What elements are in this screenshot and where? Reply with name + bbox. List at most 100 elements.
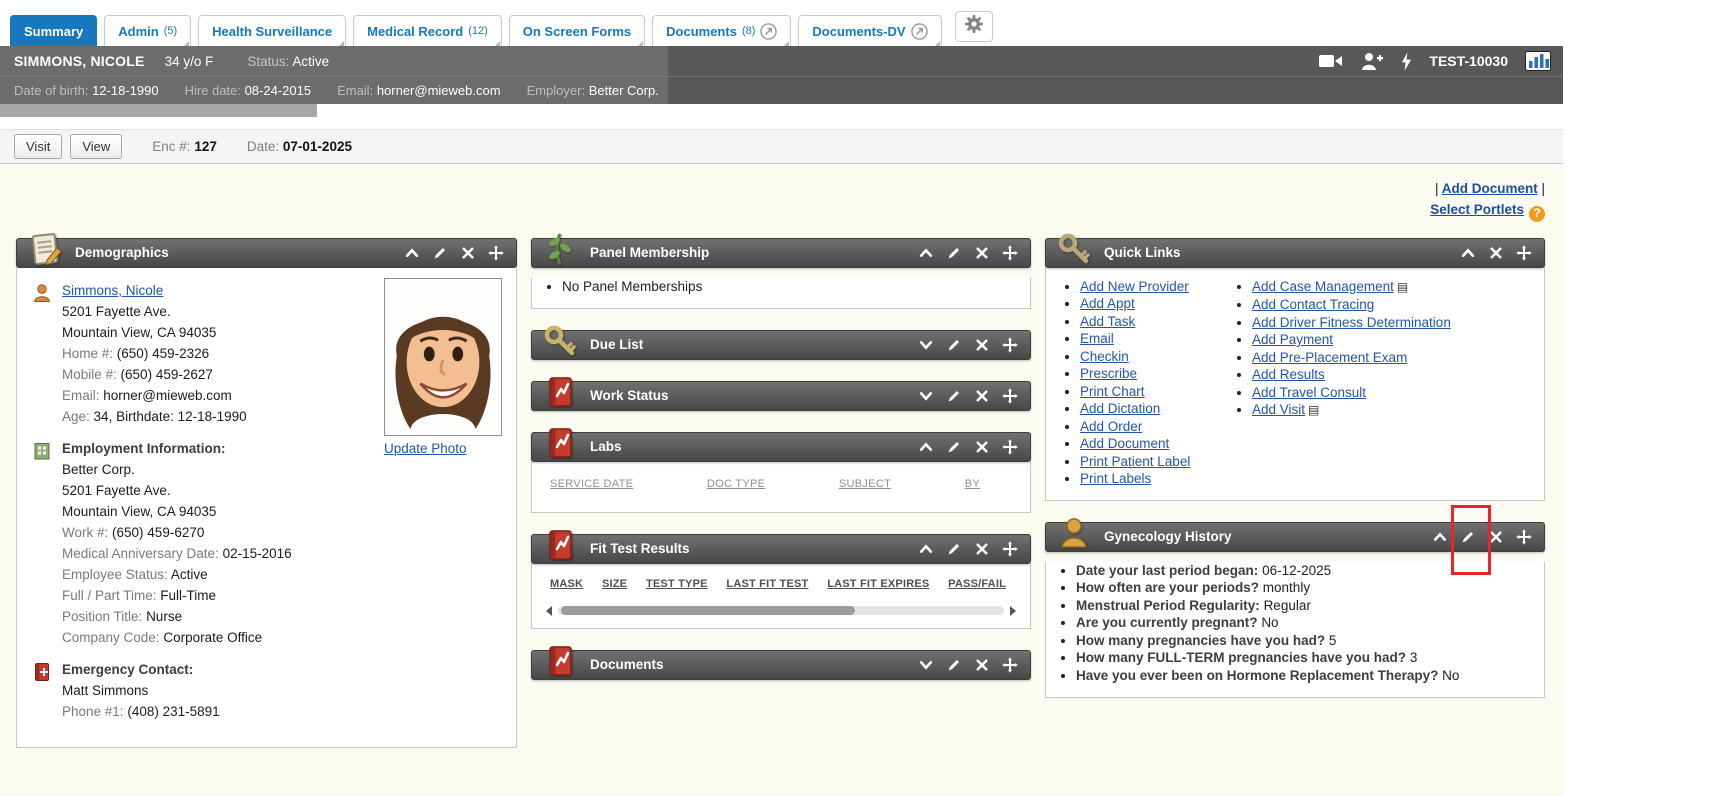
quick-link[interactable]: Prescribe bbox=[1080, 366, 1137, 381]
quick-link[interactable]: Add New Provider bbox=[1080, 279, 1189, 294]
quick-link[interactable]: Add Visit bbox=[1252, 402, 1305, 417]
move-portlet-icon[interactable] bbox=[1516, 245, 1532, 261]
add-document-link[interactable]: Add Document bbox=[1442, 181, 1538, 196]
collapse-portlet-icon[interactable] bbox=[1432, 529, 1448, 545]
portlet-header[interactable]: Fit Test Results bbox=[531, 534, 1031, 564]
quick-link[interactable]: Checkin bbox=[1080, 349, 1129, 364]
scrollbar-track[interactable] bbox=[558, 606, 1004, 615]
help-icon[interactable]: ? bbox=[1529, 206, 1545, 222]
close-portlet-icon[interactable] bbox=[974, 657, 990, 673]
fit-test-column-header[interactable]: SIZE bbox=[602, 578, 627, 590]
scrollbar-thumb[interactable] bbox=[561, 606, 855, 615]
portlet-header[interactable]: Labs bbox=[531, 432, 1031, 462]
collapse-portlet-icon[interactable] bbox=[918, 541, 934, 557]
move-portlet-icon[interactable] bbox=[1002, 541, 1018, 557]
quick-link[interactable]: Add Payment bbox=[1252, 332, 1333, 347]
fit-test-column-header[interactable]: LAST FIT TEST bbox=[726, 578, 808, 590]
edit-portlet-icon[interactable] bbox=[432, 245, 448, 261]
quick-link[interactable]: Add Driver Fitness Determination bbox=[1252, 315, 1451, 330]
scroll-right-arrow[interactable] bbox=[1010, 606, 1016, 616]
labs-column-header[interactable]: SUBJECT bbox=[839, 478, 891, 490]
collapse-portlet-icon[interactable] bbox=[1460, 245, 1476, 261]
tab-documents[interactable]: Documents(8) bbox=[652, 15, 791, 46]
portlet-header[interactable]: Demographics bbox=[16, 238, 517, 268]
quick-link[interactable]: Print Chart bbox=[1080, 384, 1145, 399]
edit-portlet-icon[interactable] bbox=[1460, 529, 1476, 545]
quick-link[interactable]: Add Case Management bbox=[1252, 279, 1394, 294]
collapse-portlet-icon[interactable] bbox=[404, 245, 420, 261]
quick-link[interactable]: Email bbox=[1080, 331, 1114, 346]
quick-link[interactable]: Add Contact Tracing bbox=[1252, 297, 1374, 312]
edit-portlet-icon[interactable] bbox=[946, 245, 962, 261]
tab-settings-gear[interactable] bbox=[955, 11, 993, 42]
view-button[interactable]: View bbox=[70, 134, 122, 159]
close-portlet-icon[interactable] bbox=[974, 388, 990, 404]
move-portlet-icon[interactable] bbox=[1002, 657, 1018, 673]
edit-portlet-icon[interactable] bbox=[946, 657, 962, 673]
visit-button[interactable]: Visit bbox=[14, 134, 62, 159]
move-portlet-icon[interactable] bbox=[1002, 245, 1018, 261]
patient-name-link[interactable]: Simmons, Nicole bbox=[62, 283, 163, 298]
labs-column-header[interactable]: DOC TYPE bbox=[707, 478, 765, 490]
close-portlet-icon[interactable] bbox=[1488, 245, 1504, 261]
collapse-portlet-icon[interactable] bbox=[918, 245, 934, 261]
tab-health-surveillance[interactable]: Health Surveillance bbox=[198, 15, 346, 46]
quick-link[interactable]: Add Dictation bbox=[1080, 401, 1160, 416]
quick-link[interactable]: Add Task bbox=[1080, 314, 1135, 329]
header-scrollbar[interactable] bbox=[0, 104, 317, 117]
tab-documents-dv[interactable]: Documents-DV bbox=[798, 15, 941, 46]
move-portlet-icon[interactable] bbox=[1002, 439, 1018, 455]
expand-portlet-icon[interactable] bbox=[918, 657, 934, 673]
move-portlet-icon[interactable] bbox=[488, 245, 504, 261]
popout-icon[interactable] bbox=[911, 23, 928, 40]
quick-link[interactable]: Add Pre-Placement Exam bbox=[1252, 350, 1407, 365]
portlet-header[interactable]: Quick Links bbox=[1045, 238, 1545, 268]
video-camera-icon[interactable] bbox=[1319, 53, 1343, 69]
quick-link[interactable]: Add Appt bbox=[1080, 296, 1135, 311]
fit-test-column-header[interactable]: PASS/FAIL bbox=[948, 578, 1006, 590]
close-portlet-icon[interactable] bbox=[974, 541, 990, 557]
expand-portlet-icon[interactable] bbox=[918, 337, 934, 353]
edit-portlet-icon[interactable] bbox=[946, 388, 962, 404]
portlet-header[interactable]: Gynecology History bbox=[1045, 522, 1545, 552]
edit-portlet-icon[interactable] bbox=[946, 439, 962, 455]
portlet-header[interactable]: Panel Membership bbox=[531, 238, 1031, 268]
popout-icon[interactable] bbox=[760, 23, 777, 40]
tab-admin[interactable]: Admin(5) bbox=[104, 15, 191, 46]
move-portlet-icon[interactable] bbox=[1516, 529, 1532, 545]
edit-portlet-icon[interactable] bbox=[946, 541, 962, 557]
quick-link[interactable]: Add Order bbox=[1080, 419, 1142, 434]
tab-on-screen-forms[interactable]: On Screen Forms bbox=[509, 15, 645, 46]
fit-test-column-header[interactable]: TEST TYPE bbox=[646, 578, 708, 590]
move-portlet-icon[interactable] bbox=[1002, 337, 1018, 353]
close-portlet-icon[interactable] bbox=[974, 245, 990, 261]
collapse-portlet-icon[interactable] bbox=[918, 439, 934, 455]
fit-test-column-header[interactable]: MASK bbox=[550, 578, 583, 590]
scroll-left-arrow[interactable] bbox=[546, 606, 552, 616]
quick-link[interactable]: Print Labels bbox=[1080, 471, 1151, 486]
move-portlet-icon[interactable] bbox=[1002, 388, 1018, 404]
labs-column-header[interactable]: BY bbox=[965, 478, 980, 490]
fit-test-column-header[interactable]: LAST FIT EXPIRES bbox=[827, 578, 929, 590]
quick-link[interactable]: Add Travel Consult bbox=[1252, 385, 1366, 400]
horizontal-scrollbar[interactable] bbox=[532, 590, 1030, 628]
portlet-header[interactable]: Due List bbox=[531, 330, 1031, 360]
portlet-header[interactable]: Documents bbox=[531, 650, 1031, 680]
expand-portlet-icon[interactable] bbox=[918, 388, 934, 404]
portlet-header[interactable]: Work Status bbox=[531, 381, 1031, 411]
close-portlet-icon[interactable] bbox=[974, 439, 990, 455]
quick-link[interactable]: Add Results bbox=[1252, 367, 1325, 382]
close-portlet-icon[interactable] bbox=[974, 337, 990, 353]
edit-portlet-icon[interactable] bbox=[946, 337, 962, 353]
flash-icon[interactable] bbox=[1401, 52, 1412, 71]
labs-column-header[interactable]: SERVICE DATE bbox=[550, 478, 633, 490]
quick-link[interactable]: Print Patient Label bbox=[1080, 454, 1190, 469]
bar-chart-icon[interactable] bbox=[1525, 51, 1551, 71]
quick-link[interactable]: Add Document bbox=[1080, 436, 1169, 451]
tab-summary[interactable]: Summary bbox=[10, 15, 97, 46]
close-portlet-icon[interactable] bbox=[1488, 529, 1504, 545]
close-portlet-icon[interactable] bbox=[460, 245, 476, 261]
update-photo-link[interactable]: Update Photo bbox=[384, 441, 467, 456]
add-person-icon[interactable] bbox=[1360, 51, 1384, 71]
tab-medical-record[interactable]: Medical Record(12) bbox=[353, 15, 502, 46]
